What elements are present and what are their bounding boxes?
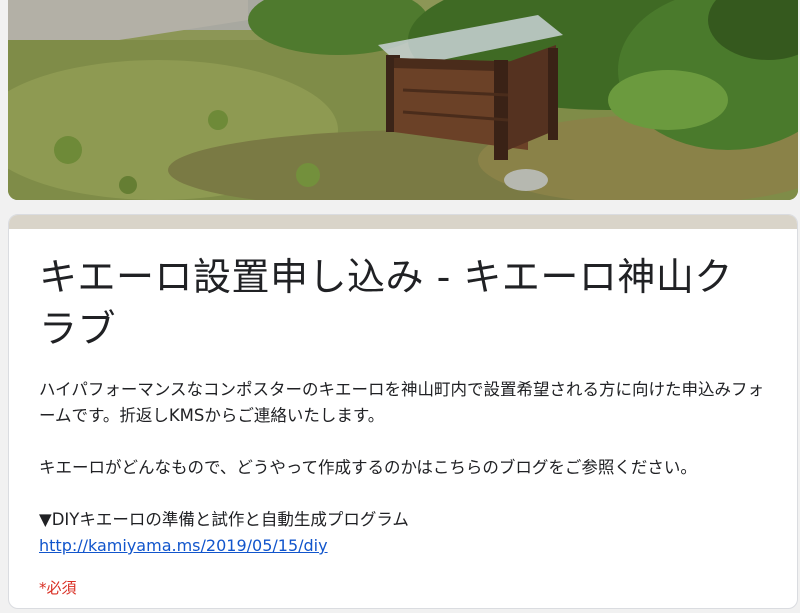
form-description: ハイパフォーマンスなコンポスターのキエーロを神山町内で設置希望される方に向けた申… <box>39 377 767 559</box>
blog-heading: ▼DIYキエーロの準備と試作と自動生成プログラム <box>39 510 409 529</box>
form-page: キエーロ設置申し込み - キエーロ神山クラブ ハイパフォーマンスなコンポスターの… <box>0 0 800 613</box>
required-note: *必須 <box>39 579 77 597</box>
form-header-card: キエーロ設置申し込み - キエーロ神山クラブ ハイパフォーマンスなコンポスターの… <box>8 214 798 609</box>
description-blog-note: キエーロがどんなもので、どうやって作成するのかはこちらのブログをご参照ください。 <box>39 458 697 477</box>
header-image <box>8 0 798 200</box>
form-title: キエーロ設置申し込み - キエーロ神山クラブ <box>39 255 733 351</box>
description-intro: ハイパフォーマンスなコンポスターのキエーロを神山町内で設置希望される方に向けた申… <box>39 380 765 425</box>
card-accent-bar <box>9 215 797 229</box>
compost-box-photo <box>8 0 798 200</box>
blog-link[interactable]: http://kamiyama.ms/2019/05/15/diy <box>39 533 328 559</box>
